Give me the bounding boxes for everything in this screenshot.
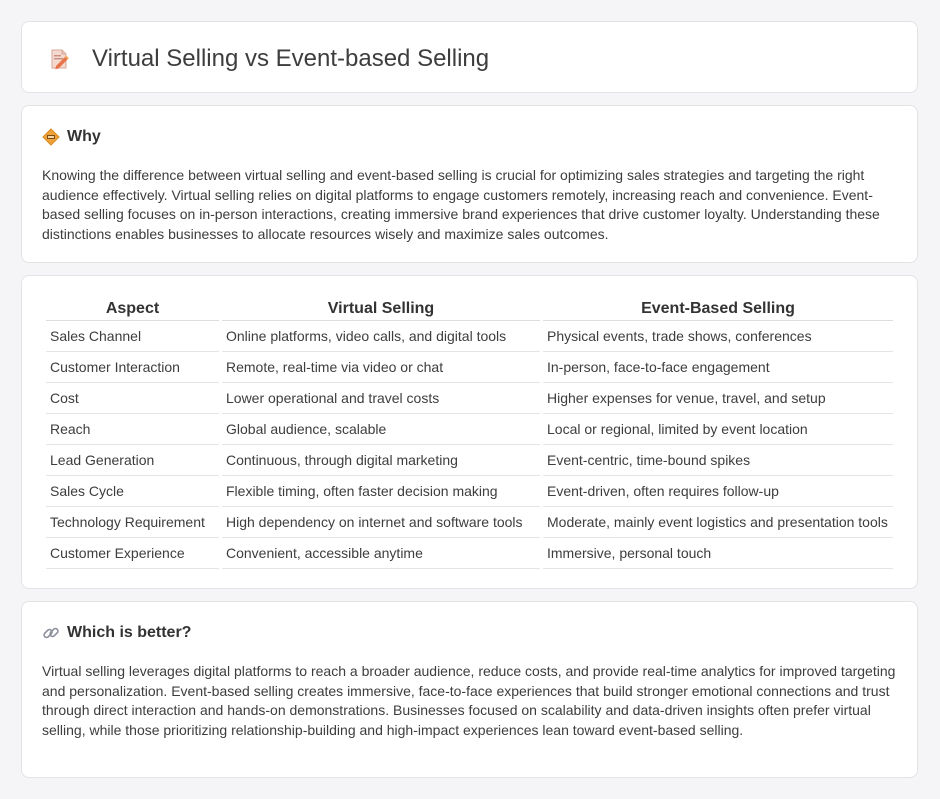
page-title: Virtual Selling vs Event-based Selling — [92, 45, 490, 72]
aspect-cell: Technology Requirement — [46, 507, 219, 538]
virtual-cell: Remote, real-time via video or chat — [222, 352, 540, 383]
virtual-cell: Lower operational and travel costs — [222, 383, 540, 414]
table-row: Customer Interaction Remote, real-time v… — [46, 352, 893, 383]
column-header-virtual: Virtual Selling — [222, 296, 540, 321]
event-cell: Event-driven, often requires follow-up — [543, 476, 893, 507]
virtual-cell: Online platforms, video calls, and digit… — [222, 321, 540, 352]
title-card: Virtual Selling vs Event-based Selling — [21, 21, 918, 93]
table-row: Reach Global audience, scalable Local or… — [46, 414, 893, 445]
column-header-aspect: Aspect — [46, 296, 219, 321]
table-row: Sales Channel Online platforms, video ca… — [46, 321, 893, 352]
comparison-section: Aspect Virtual Selling Event-Based Selli… — [21, 275, 918, 589]
event-cell: Moderate, mainly event logistics and pre… — [543, 507, 893, 538]
aspect-cell: Cost — [46, 383, 219, 414]
why-heading: Why — [67, 128, 101, 145]
better-heading-row: Which is better? — [42, 622, 191, 644]
table-header-row: Aspect Virtual Selling Event-Based Selli… — [46, 296, 893, 321]
table-row: Cost Lower operational and travel costs … — [46, 383, 893, 414]
why-heading-row: Why — [42, 126, 101, 148]
virtual-cell: Global audience, scalable — [222, 414, 540, 445]
table-row: Lead Generation Continuous, through digi… — [46, 445, 893, 476]
which-is-better-section: Which is better? Virtual selling leverag… — [21, 601, 918, 778]
aspect-cell: Sales Cycle — [46, 476, 219, 507]
virtual-cell: Flexible timing, often faster decision m… — [222, 476, 540, 507]
aspect-cell: Lead Generation — [46, 445, 219, 476]
event-cell: Immersive, personal touch — [543, 538, 893, 569]
aspect-cell: Reach — [46, 414, 219, 445]
why-body: Knowing the difference between virtual s… — [42, 167, 880, 242]
column-header-event: Event-Based Selling — [543, 296, 893, 321]
aspect-cell: Customer Experience — [46, 538, 219, 569]
table-row: Customer Experience Convenient, accessib… — [46, 538, 893, 569]
virtual-cell: Continuous, through digital marketing — [222, 445, 540, 476]
virtual-cell: High dependency on internet and software… — [222, 507, 540, 538]
aspect-cell: Sales Channel — [46, 321, 219, 352]
event-cell: Higher expenses for venue, travel, and s… — [543, 383, 893, 414]
document-pencil-icon — [51, 49, 69, 70]
table-row: Technology Requirement High dependency o… — [46, 507, 893, 538]
comparison-table: Aspect Virtual Selling Event-Based Selli… — [43, 296, 896, 569]
event-cell: Local or regional, limited by event loca… — [543, 414, 893, 445]
aspect-cell: Customer Interaction — [46, 352, 219, 383]
better-heading: Which is better? — [67, 624, 192, 641]
table-row: Sales Cycle Flexible timing, often faste… — [46, 476, 893, 507]
better-body: Virtual selling leverages digital platfo… — [42, 663, 896, 738]
event-cell: In-person, face-to-face engagement — [543, 352, 893, 383]
event-cell: Physical events, trade shows, conference… — [543, 321, 893, 352]
diamond-sign-icon — [42, 128, 60, 146]
link-icon — [43, 627, 59, 639]
virtual-cell: Convenient, accessible anytime — [222, 538, 540, 569]
why-section: Why Knowing the difference between virtu… — [21, 105, 918, 263]
event-cell: Event-centric, time-bound spikes — [543, 445, 893, 476]
